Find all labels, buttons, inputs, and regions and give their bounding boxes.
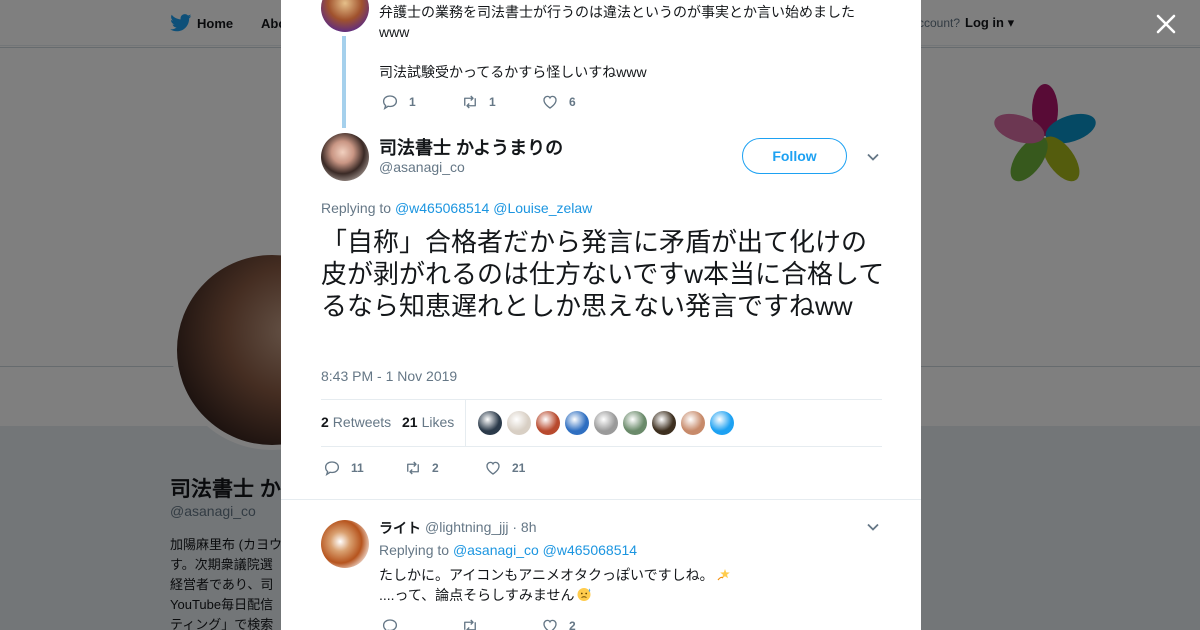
likes-total: 21 <box>402 414 418 430</box>
retweet-count: 1 <box>489 95 496 109</box>
tweet-timestamp[interactable]: 8:43 PM - 1 Nov 2019 <box>321 368 457 384</box>
reply-count: 11 <box>351 461 364 475</box>
reply-icon <box>324 461 340 476</box>
parent-line-1: 弁護士の業務を司法書士が行うのは違法というのが事実とか言い始めました <box>379 4 855 20</box>
retweet-icon <box>407 461 419 475</box>
parent-tweet-text: 弁護士の業務を司法書士が行うのは違法というのが事実とか言い始めました www 司法… <box>379 2 879 82</box>
reply-tweet-text: たしかに。アイコンもアニメオタクっぽいですしね。 ....って、論点そらしすみま… <box>379 565 829 605</box>
replying-to: Replying to @w465068514 @Louise_zelaw <box>321 200 592 216</box>
reply-author-name[interactable]: ライト <box>379 518 421 538</box>
main-tweet-text: 「自称」合格者だから発言に矛盾が出て化けの皮が剥がれるのは仕方ないですw本当に合… <box>321 227 885 321</box>
dizzy-star-emoji-icon <box>717 569 730 581</box>
likes-stat[interactable]: 21 Likes <box>402 414 454 430</box>
stats-divider <box>465 400 466 447</box>
heart-icon <box>486 461 500 475</box>
reply-count: 1 <box>409 95 416 109</box>
mention-link[interactable]: @Louise_zelaw <box>493 200 592 216</box>
likes-label: Likes <box>421 414 455 430</box>
mention-link[interactable]: @w465068514 <box>395 200 489 216</box>
chevron-down-icon[interactable] <box>865 149 881 165</box>
mention-link[interactable]: @asanagi_co <box>453 542 539 558</box>
like-button[interactable]: 21 <box>484 459 525 477</box>
liker-avatar[interactable] <box>710 411 734 435</box>
retweet-icon <box>464 619 476 630</box>
parent-tweet-avatar[interactable] <box>321 0 369 32</box>
parent-tweet-actions: 1 1 6 <box>381 93 576 111</box>
liker-avatar[interactable] <box>594 411 618 435</box>
reply-icon <box>382 619 398 630</box>
replying-prefix: Replying to <box>379 542 450 558</box>
liker-avatar[interactable] <box>565 411 589 435</box>
chevron-down-icon[interactable] <box>865 519 881 535</box>
liker-avatar[interactable] <box>652 411 676 435</box>
replying-prefix: Replying to <box>321 200 392 216</box>
thread-connector-line <box>342 36 346 128</box>
reply-button[interactable]: 11 <box>323 459 404 477</box>
parent-line-3: 司法試験受かってるかすら怪しいすねwww <box>379 64 647 80</box>
replies-separator <box>281 490 921 500</box>
tweet-stats: 2 Retweets 21 Likes <box>321 399 882 447</box>
sweat-face-emoji-icon <box>577 588 591 601</box>
heart-icon <box>543 619 557 630</box>
parent-line-2: www <box>379 24 410 40</box>
like-button[interactable]: 6 <box>541 93 576 111</box>
retweets-total: 2 <box>321 414 329 430</box>
liker-avatar[interactable] <box>478 411 502 435</box>
retweet-icon <box>464 95 476 109</box>
reply-button[interactable]: 1 <box>381 93 461 111</box>
liker-avatars <box>478 411 739 435</box>
retweet-count: 2 <box>432 461 439 475</box>
retweets-stat[interactable]: 2 Retweets <box>321 414 391 430</box>
heart-icon <box>543 95 557 109</box>
liker-avatar[interactable] <box>507 411 531 435</box>
reply-replying-to: Replying to @asanagi_co @w465068514 <box>379 542 637 558</box>
main-tweet-avatar[interactable] <box>321 133 369 181</box>
follow-button[interactable]: Follow <box>742 138 847 174</box>
like-button[interactable]: 2 <box>541 617 576 630</box>
liker-avatar[interactable] <box>536 411 560 435</box>
reply-line-2: ....って、論点そらしすみません <box>379 587 575 603</box>
main-tweet-actions: 11 2 21 <box>323 459 525 477</box>
like-count: 2 <box>569 619 576 630</box>
retweets-label: Retweets <box>332 414 392 430</box>
reply-tweet-actions: 2 <box>381 617 576 630</box>
retweet-button[interactable]: 2 <box>404 459 484 477</box>
reply-button[interactable] <box>381 617 461 630</box>
reply-author-handle[interactable]: @lightning_jjj · 8h <box>425 519 537 535</box>
mention-link[interactable]: @w465068514 <box>543 542 637 558</box>
main-tweet-author-handle[interactable]: @asanagi_co <box>379 159 465 175</box>
retweet-button[interactable]: 1 <box>461 93 541 111</box>
liker-avatar[interactable] <box>623 411 647 435</box>
close-icon[interactable] <box>1152 10 1180 38</box>
main-tweet-author-name[interactable]: 司法書士 かようまりの <box>379 134 563 160</box>
reply-line-1: たしかに。アイコンもアニメオタクっぽいですしね。 <box>379 567 714 583</box>
retweet-button[interactable] <box>461 617 541 630</box>
reply-icon <box>382 95 398 110</box>
like-count: 21 <box>512 461 526 475</box>
tweet-modal: 弁護士の業務を司法書士が行うのは違法というのが事実とか言い始めました www 司法… <box>281 0 921 630</box>
liker-avatar[interactable] <box>681 411 705 435</box>
reply-tweet-avatar[interactable] <box>321 520 369 568</box>
like-count: 6 <box>569 95 576 109</box>
